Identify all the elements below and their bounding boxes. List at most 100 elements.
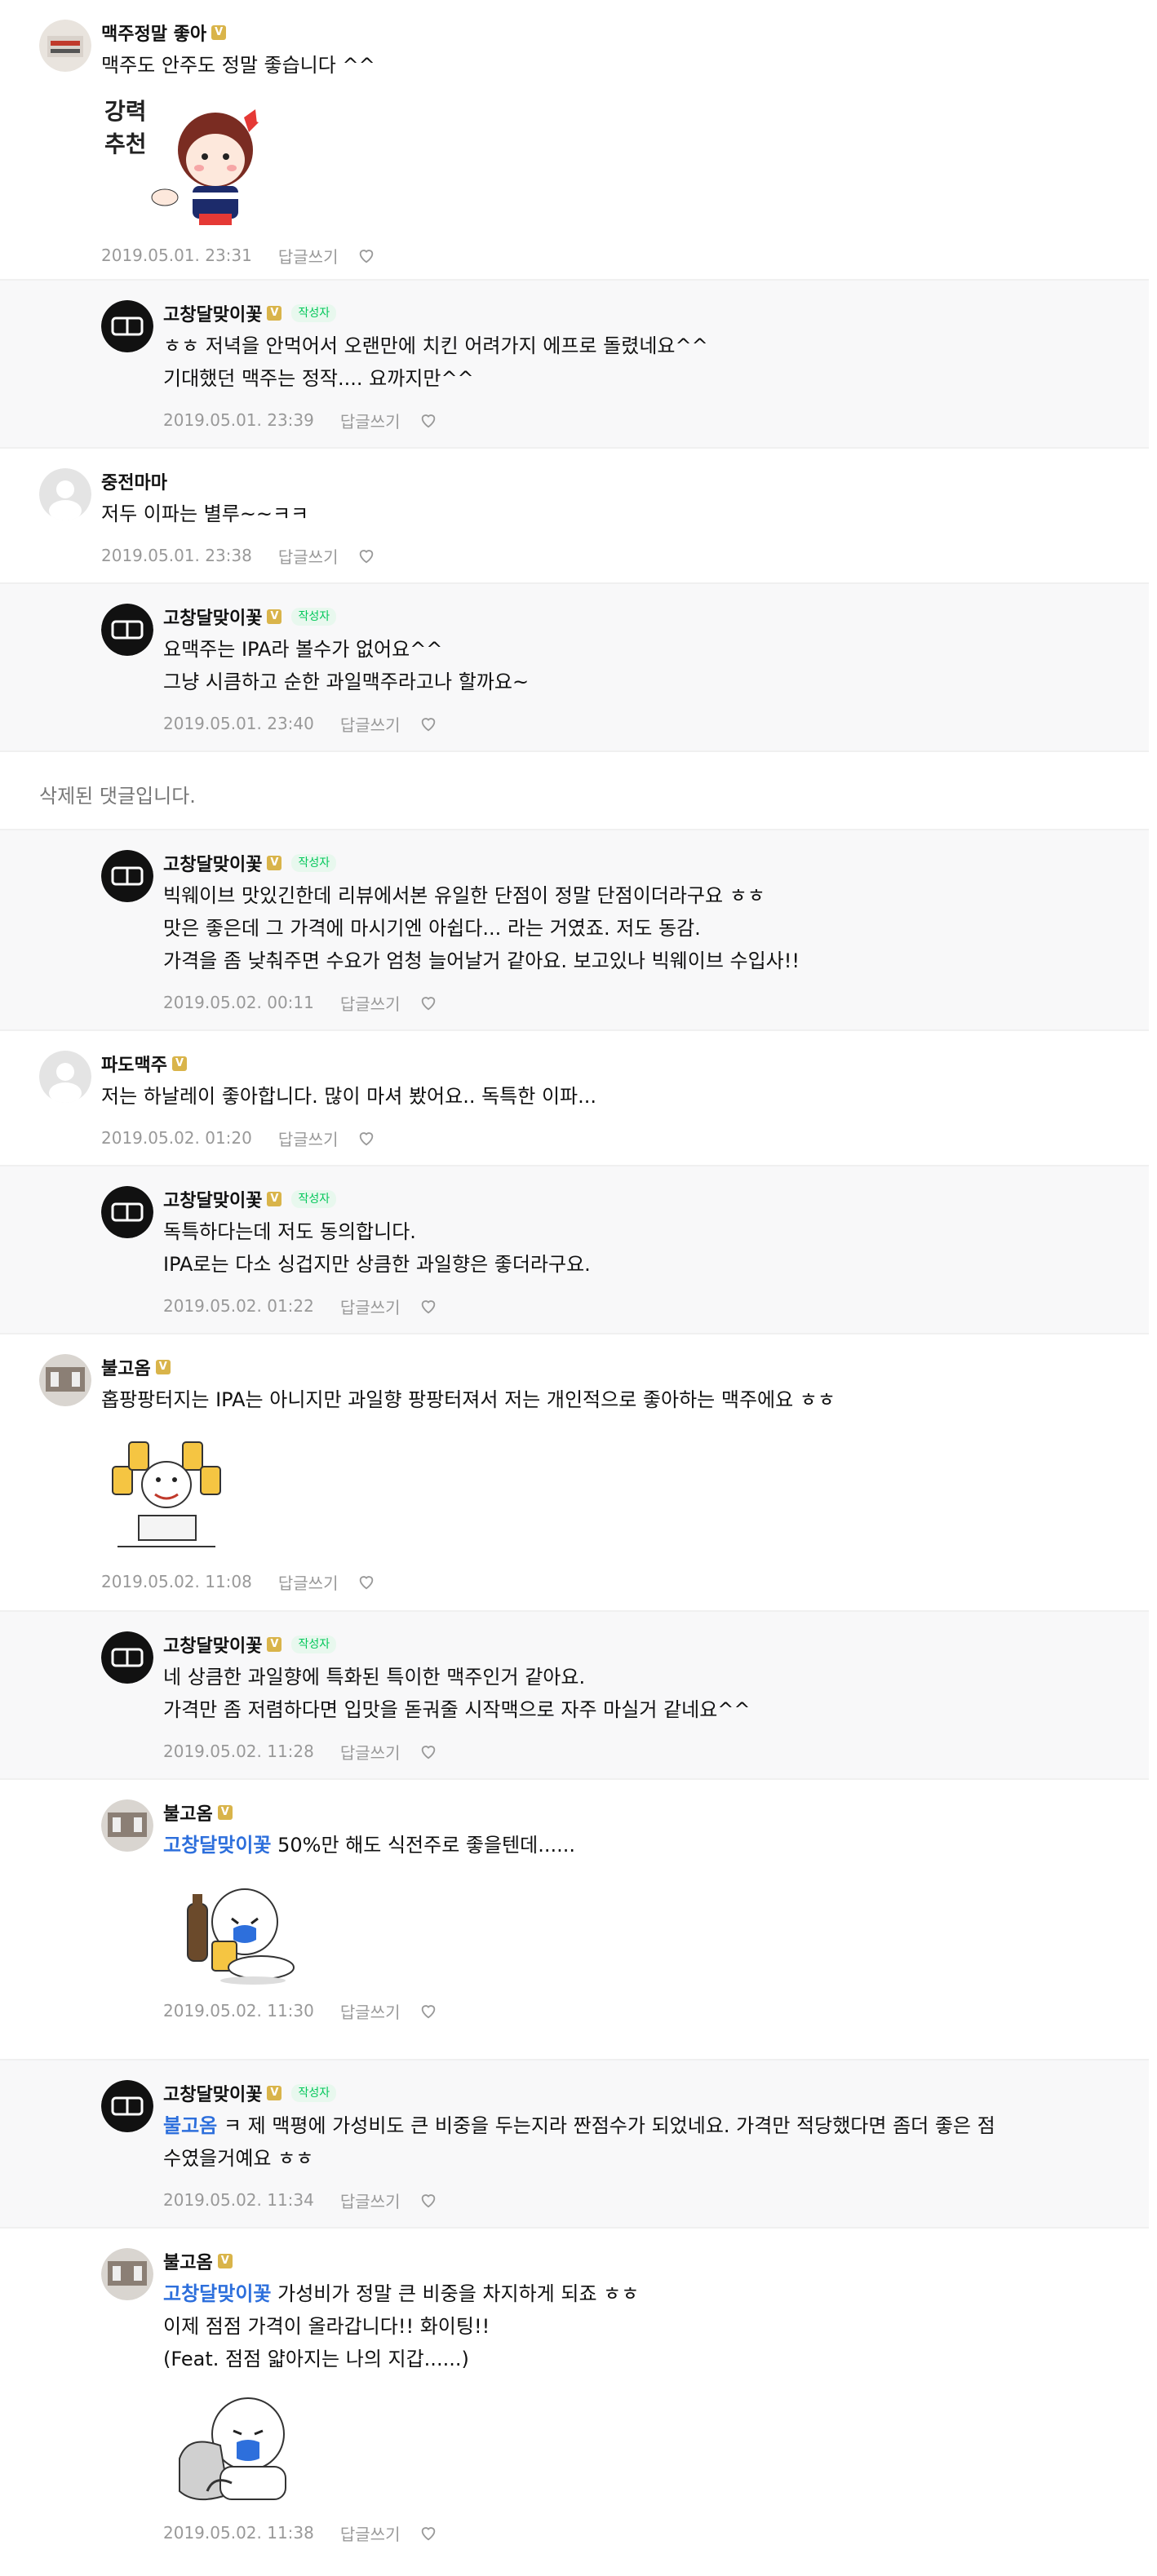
reply-button[interactable]: 답글쓰기 bbox=[340, 991, 401, 1015]
reply-item: 고창달맞이꽃 V 작성자 네 상큼한 과일향에 특화된 특이한 맥주인거 같아요. … bbox=[0, 1612, 1149, 1780]
avatar[interactable] bbox=[101, 1631, 153, 1684]
verified-badge-icon: V bbox=[267, 1637, 282, 1652]
nickname[interactable]: 맥주정말 좋아 bbox=[101, 20, 206, 46]
nickname[interactable]: 고창달맞이꽃 bbox=[163, 604, 262, 630]
avatar[interactable] bbox=[101, 1799, 153, 1852]
reply-item: 고창달맞이꽃 V 작성자 요맥주는 IPA라 볼수가 없어요^^ 그냥 시큼하고 순… bbox=[0, 584, 1149, 752]
nickname[interactable]: 불고옴 bbox=[101, 1354, 151, 1380]
nickname[interactable]: 고창달맞이꽃 bbox=[163, 1186, 262, 1212]
comment-text-body: 50%만 해도 식전주로 좋을텐데...... bbox=[271, 1834, 575, 1857]
sticker-text: 강력 bbox=[104, 98, 147, 125]
comment-date: 2019.05.02. 11:30 bbox=[163, 2001, 314, 2021]
avatar[interactable] bbox=[39, 20, 91, 72]
reply-button[interactable]: 답글쓰기 bbox=[340, 2521, 401, 2545]
avatar[interactable] bbox=[101, 850, 153, 902]
like-heart-icon[interactable] bbox=[419, 411, 437, 429]
reply-item: 고창달맞이꽃 V 작성자 ㅎㅎ 저녁을 안먹어서 오랜만에 치킨 어려가지 에프로 … bbox=[0, 281, 1149, 449]
verified-badge-icon: V bbox=[155, 1360, 171, 1374]
author-badge: 작성자 bbox=[291, 304, 337, 322]
comment-text: 빅웨이브 맛있긴한데 리뷰에서본 유일한 단점이 정말 단점이더라구요 ㅎㅎ 맛… bbox=[163, 884, 800, 972]
like-heart-icon[interactable] bbox=[419, 2524, 437, 2542]
like-heart-icon[interactable] bbox=[357, 1573, 375, 1591]
comment-text: 요맥주는 IPA라 볼수가 없어요^^ 그냥 시큼하고 순한 과일맥주라고나 할… bbox=[163, 638, 530, 693]
like-heart-icon[interactable] bbox=[419, 715, 437, 733]
like-heart-icon[interactable] bbox=[419, 2191, 437, 2209]
comment-item: 맥주정말 좋아 V 맥주도 안주도 정말 좋습니다 ^^ 강력 추천 2019.… bbox=[0, 0, 1149, 281]
verified-badge-icon: V bbox=[267, 2086, 282, 2100]
reply-button[interactable]: 답글쓰기 bbox=[340, 712, 401, 736]
comment-text: 독특하다는데 저도 동의합니다. IPA로는 다소 싱겁지만 상큼한 과일향은 … bbox=[163, 1220, 591, 1276]
like-heart-icon[interactable] bbox=[419, 1742, 437, 1760]
reply-button[interactable]: 답글쓰기 bbox=[340, 1740, 401, 1764]
deleted-comment: 삭제된 댓글입니다. bbox=[0, 752, 1149, 830]
comment-date: 2019.05.02. 11:08 bbox=[101, 1572, 252, 1591]
comment-date: 2019.05.02. 11:28 bbox=[163, 1742, 314, 1761]
avatar[interactable] bbox=[39, 1354, 91, 1406]
comment-date: 2019.05.01. 23:40 bbox=[163, 714, 314, 733]
comment-date: 2019.05.01. 23:38 bbox=[101, 546, 252, 565]
comment-text: 맥주도 안주도 정말 좋습니다 ^^ bbox=[101, 54, 375, 77]
comment-text-body: ㅋ 제 맥평에 가성비도 큰 비중을 두는지라 짠점수가 되었네요. 가격만 적… bbox=[163, 2114, 995, 2170]
comment-item: 파도맥주 V 저는 하날레이 좋아합니다. 많이 마셔 봤어요.. 독특한 이파.… bbox=[0, 1031, 1149, 1166]
comment-date: 2019.05.02. 00:11 bbox=[163, 993, 314, 1012]
verified-badge-icon: V bbox=[171, 1056, 187, 1071]
comment-text: 저는 하날레이 좋아합니다. 많이 마셔 봤어요.. 독특한 이파... bbox=[101, 1085, 597, 1108]
comment-text: 홉팡팡터지는 IPA는 아니지만 과일향 팡팡터져서 저는 개인적으로 좋아하는… bbox=[101, 1388, 836, 1411]
comment-item: 중전마마 저두 이파는 별루~~ㅋㅋ 2019.05.01. 23:38 답글쓰기 bbox=[0, 449, 1149, 584]
avatar[interactable] bbox=[101, 300, 153, 352]
author-badge: 작성자 bbox=[291, 608, 337, 626]
verified-badge-icon: V bbox=[267, 1192, 282, 1206]
sad-sitting-sticker bbox=[163, 2385, 1149, 2507]
verified-badge-icon: V bbox=[267, 856, 282, 870]
comment-date: 2019.05.02. 01:22 bbox=[163, 1296, 314, 1316]
comment-date: 2019.05.02. 01:20 bbox=[101, 1128, 252, 1148]
nickname[interactable]: 고창달맞이꽃 bbox=[163, 850, 262, 876]
reply-button[interactable]: 답글쓰기 bbox=[278, 544, 339, 568]
author-badge: 작성자 bbox=[291, 1635, 337, 1653]
author-badge: 작성자 bbox=[291, 2084, 337, 2102]
reply-button[interactable]: 답글쓰기 bbox=[340, 1999, 401, 2023]
author-badge: 작성자 bbox=[291, 1190, 337, 1208]
reply-button[interactable]: 답글쓰기 bbox=[278, 244, 339, 268]
verified-badge-icon: V bbox=[217, 1805, 233, 1820]
avatar[interactable] bbox=[101, 1186, 153, 1238]
verified-badge-icon: V bbox=[267, 609, 282, 624]
avatar[interactable] bbox=[39, 1051, 91, 1103]
comment-date: 2019.05.02. 11:34 bbox=[163, 2190, 314, 2210]
deleted-comment-text: 삭제된 댓글입니다. bbox=[39, 785, 196, 808]
comment-text: 고창달맞이꽃 가성비가 정말 큰 비중을 차지하게 되죠 ㅎㅎ 이제 점점 가격… bbox=[163, 2277, 1149, 2375]
avatar[interactable] bbox=[101, 604, 153, 656]
nickname[interactable]: 불고옴 bbox=[163, 1799, 213, 1826]
like-heart-icon[interactable] bbox=[419, 2002, 437, 2020]
nickname[interactable]: 고창달맞이꽃 bbox=[163, 300, 262, 326]
nickname[interactable]: 파도맥주 bbox=[101, 1051, 167, 1077]
reply-button[interactable]: 답글쓰기 bbox=[278, 1126, 339, 1150]
nickname[interactable]: 불고옴 bbox=[163, 2248, 213, 2274]
like-heart-icon[interactable] bbox=[419, 994, 437, 1011]
mention-link[interactable]: 고창달맞이꽃 bbox=[163, 1834, 271, 1857]
reply-item: 고창달맞이꽃 V 작성자 불고옴 ㅋ 제 맥평에 가성비도 큰 비중을 두는지라 짠… bbox=[0, 2060, 1149, 2229]
comment-text: ㅎㅎ 저녁을 안먹어서 오랜만에 치킨 어려가지 에프로 돌렸네요^^ 기대했던… bbox=[163, 334, 708, 390]
beer-cheers-sticker bbox=[101, 1426, 1149, 1556]
like-heart-icon[interactable] bbox=[357, 1129, 375, 1147]
avatar[interactable] bbox=[39, 468, 91, 520]
reply-item: 고창달맞이꽃 V 작성자 빅웨이브 맛있긴한데 리뷰에서본 유일한 단점이 정말 단… bbox=[0, 830, 1149, 1031]
like-heart-icon[interactable] bbox=[357, 246, 375, 264]
avatar[interactable] bbox=[101, 2080, 153, 2132]
reply-item: 불고옴 V 고창달맞이꽃 50%만 해도 식전주로 좋을텐데...... 2019… bbox=[0, 1780, 1149, 2060]
nickname[interactable]: 고창달맞이꽃 bbox=[163, 1631, 262, 1658]
like-heart-icon[interactable] bbox=[357, 547, 375, 564]
reply-item: 고창달맞이꽃 V 작성자 독특하다는데 저도 동의합니다. IPA로는 다소 싱겁지… bbox=[0, 1166, 1149, 1334]
reply-button[interactable]: 답글쓰기 bbox=[340, 1295, 401, 1318]
nickname[interactable]: 중전마마 bbox=[101, 468, 167, 494]
mention-link[interactable]: 불고옴 bbox=[163, 2114, 217, 2137]
avatar[interactable] bbox=[101, 2248, 153, 2300]
like-heart-icon[interactable] bbox=[419, 1297, 437, 1315]
crying-drink-sticker bbox=[163, 1871, 1149, 1985]
reply-button[interactable]: 답글쓰기 bbox=[340, 409, 401, 432]
author-badge: 작성자 bbox=[291, 854, 337, 872]
reply-button[interactable]: 답글쓰기 bbox=[278, 1570, 339, 1594]
nickname[interactable]: 고창달맞이꽃 bbox=[163, 2080, 262, 2106]
reply-button[interactable]: 답글쓰기 bbox=[340, 2189, 401, 2212]
mention-link[interactable]: 고창달맞이꽃 bbox=[163, 2282, 271, 2305]
